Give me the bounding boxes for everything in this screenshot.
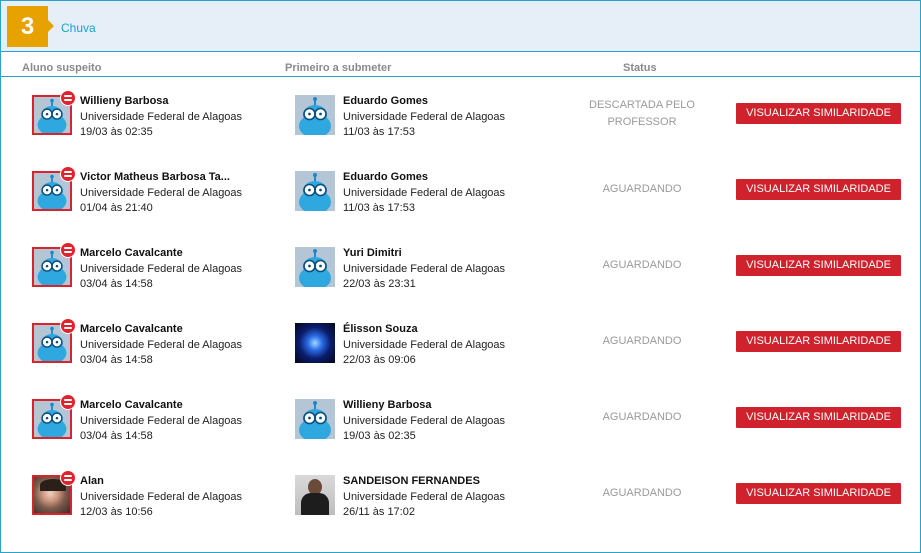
suspect-name[interactable]: Willieny Barbosa <box>80 94 250 110</box>
suspect-name[interactable]: Victor Matheus Barbosa Ta... <box>80 170 250 186</box>
default-avatar-icon <box>295 247 335 287</box>
list-item: Willieny Barbosa Universidade Federal de… <box>1 77 920 153</box>
first-university: Universidade Federal de Alagoas <box>343 110 506 123</box>
first-name[interactable]: SANDEISON FERNANDES <box>343 474 543 490</box>
first-avatar[interactable] <box>295 95 335 135</box>
first-name[interactable]: Eduardo Gomes <box>343 170 543 186</box>
suspect-date: 03/04 às 14:58 <box>80 354 153 366</box>
first-name[interactable]: Willieny Barbosa <box>343 398 543 414</box>
suspect-info: Marcelo Cavalcante Universidade Federal … <box>80 322 250 369</box>
view-similarity-button[interactable]: VISUALIZAR SIMILARIDADE <box>736 331 901 352</box>
first-info: SANDEISON FERNANDES Universidade Federal… <box>343 474 543 521</box>
status-text: AGUARDANDO <box>602 183 682 195</box>
suspect-name[interactable]: Marcelo Cavalcante <box>80 246 250 262</box>
list-item: Alan Universidade Federal de Alagoas 12/… <box>1 457 920 533</box>
first-date: 26/11 às 17:02 <box>343 506 415 518</box>
suspect-university: Universidade Federal de Alagoas <box>80 110 243 123</box>
default-avatar-icon <box>295 95 335 135</box>
status-text: DESCARTADA PELO PROFESSOR <box>589 99 695 128</box>
similarity-list: Willieny Barbosa Universidade Federal de… <box>1 77 920 533</box>
first-date: 19/03 às 02:35 <box>343 430 416 442</box>
first-university: Universidade Federal de Alagoas <box>343 262 506 275</box>
status-text: AGUARDANDO <box>602 487 682 499</box>
first-university: Universidade Federal de Alagoas <box>343 490 506 503</box>
view-similarity-button[interactable]: VISUALIZAR SIMILARIDADE <box>736 407 901 428</box>
column-header-suspect: Aluno suspeito <box>22 62 102 74</box>
blocked-icon <box>60 166 76 182</box>
first-name[interactable]: Élisson Souza <box>343 322 543 338</box>
first-university: Universidade Federal de Alagoas <box>343 414 506 427</box>
first-info: Eduardo Gomes Universidade Federal de Al… <box>343 170 543 217</box>
blocked-icon <box>60 470 76 486</box>
plagiarism-panel: 3 Chuva Aluno suspeito Primeiro a submet… <box>0 0 921 553</box>
suspect-university: Universidade Federal de Alagoas <box>80 490 243 503</box>
list-item: Marcelo Cavalcante Universidade Federal … <box>1 229 920 305</box>
first-info: Élisson Souza Universidade Federal de Al… <box>343 322 543 369</box>
suspect-date: 12/03 às 10:56 <box>80 506 153 518</box>
blocked-icon <box>60 318 76 334</box>
exercise-header: 3 Chuva <box>1 1 920 52</box>
step-number-badge: 3 <box>7 6 48 47</box>
first-info: Yuri Dimitri Universidade Federal de Ala… <box>343 246 543 293</box>
column-header-first: Primeiro a submeter <box>285 62 392 74</box>
first-info: Eduardo Gomes Universidade Federal de Al… <box>343 94 543 141</box>
list-item: Victor Matheus Barbosa Ta... Universidad… <box>1 153 920 229</box>
status-text: AGUARDANDO <box>602 335 682 347</box>
blocked-icon <box>60 242 76 258</box>
blocked-icon <box>60 90 76 106</box>
suspect-date: 19/03 às 02:35 <box>80 126 153 138</box>
view-similarity-button[interactable]: VISUALIZAR SIMILARIDADE <box>736 255 901 276</box>
first-avatar[interactable] <box>295 171 335 211</box>
status-text: AGUARDANDO <box>602 259 682 271</box>
suspect-university: Universidade Federal de Alagoas <box>80 338 243 351</box>
suspect-date: 03/04 às 14:58 <box>80 430 153 442</box>
first-avatar[interactable] <box>295 399 335 439</box>
view-similarity-button[interactable]: VISUALIZAR SIMILARIDADE <box>736 103 901 124</box>
first-university: Universidade Federal de Alagoas <box>343 186 506 199</box>
first-date: 11/03 às 17:53 <box>343 202 415 214</box>
blocked-icon <box>60 394 76 410</box>
suspect-date: 01/04 às 21:40 <box>80 202 153 214</box>
suspect-university: Universidade Federal de Alagoas <box>80 262 243 275</box>
list-item: Marcelo Cavalcante Universidade Federal … <box>1 381 920 457</box>
badge-arrow-icon <box>48 20 54 32</box>
first-name[interactable]: Yuri Dimitri <box>343 246 543 262</box>
suspect-name[interactable]: Marcelo Cavalcante <box>80 322 250 338</box>
view-similarity-button[interactable]: VISUALIZAR SIMILARIDADE <box>736 179 901 200</box>
suspect-date: 03/04 às 14:58 <box>80 278 153 290</box>
suspect-name[interactable]: Marcelo Cavalcante <box>80 398 250 414</box>
suspect-university: Universidade Federal de Alagoas <box>80 186 243 199</box>
column-header-status: Status <box>623 62 657 74</box>
suspect-info: Victor Matheus Barbosa Ta... Universidad… <box>80 170 250 217</box>
suspect-info: Willieny Barbosa Universidade Federal de… <box>80 94 250 141</box>
first-date: 11/03 às 17:53 <box>343 126 415 138</box>
first-date: 22/03 às 23:31 <box>343 278 416 290</box>
suspect-info: Marcelo Cavalcante Universidade Federal … <box>80 246 250 293</box>
status-text: AGUARDANDO <box>602 411 682 423</box>
default-avatar-icon <box>295 171 335 211</box>
suspect-info: Alan Universidade Federal de Alagoas 12/… <box>80 474 250 521</box>
first-avatar[interactable] <box>295 323 335 363</box>
first-name[interactable]: Eduardo Gomes <box>343 94 543 110</box>
list-item: Marcelo Cavalcante Universidade Federal … <box>1 305 920 381</box>
suspect-name[interactable]: Alan <box>80 474 250 490</box>
first-date: 22/03 às 09:06 <box>343 354 416 366</box>
first-university: Universidade Federal de Alagoas <box>343 338 506 351</box>
exercise-title[interactable]: Chuva <box>61 21 96 35</box>
user-photo <box>295 475 335 515</box>
default-avatar-icon <box>295 399 335 439</box>
first-avatar[interactable] <box>295 475 335 515</box>
first-avatar[interactable] <box>295 247 335 287</box>
first-info: Willieny Barbosa Universidade Federal de… <box>343 398 543 445</box>
suspect-university: Universidade Federal de Alagoas <box>80 414 243 427</box>
view-similarity-button[interactable]: VISUALIZAR SIMILARIDADE <box>736 483 901 504</box>
user-photo <box>295 323 335 363</box>
suspect-info: Marcelo Cavalcante Universidade Federal … <box>80 398 250 445</box>
